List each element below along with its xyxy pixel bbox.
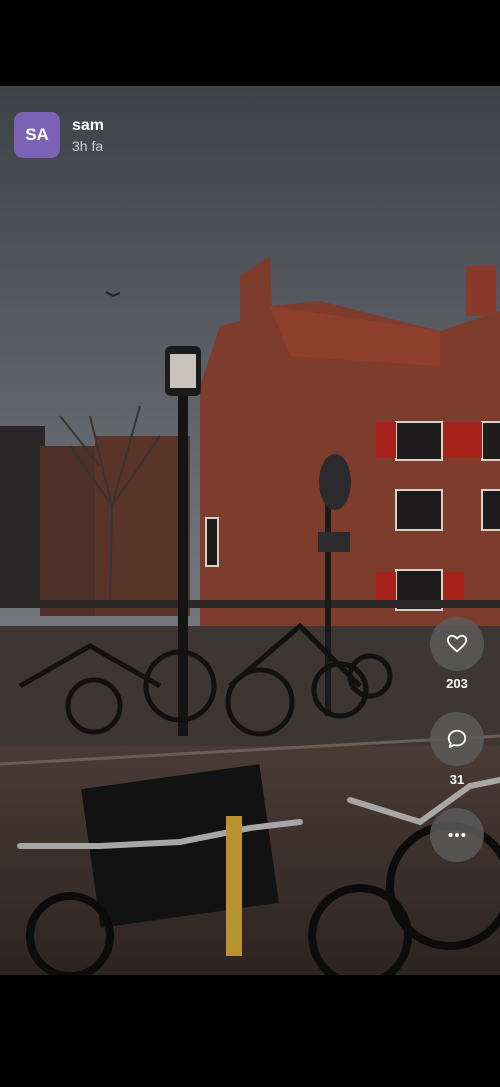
like-button[interactable] [430, 617, 484, 671]
comment-bubble-icon [447, 729, 467, 749]
comment-button[interactable] [430, 712, 484, 766]
heart-icon [446, 634, 468, 653]
author-name[interactable]: sam [72, 116, 104, 136]
more-dots-icon [448, 832, 466, 838]
more-options-button[interactable] [430, 808, 484, 862]
post-author[interactable]: SA sam 3h fa [14, 112, 104, 158]
comment-count: 31 [449, 772, 465, 787]
post-photo[interactable] [0, 86, 500, 975]
like-count: 203 [446, 676, 468, 691]
post-timestamp: 3h fa [72, 137, 104, 154]
avatar[interactable]: SA [14, 112, 60, 158]
author-info: sam 3h fa [72, 116, 104, 155]
